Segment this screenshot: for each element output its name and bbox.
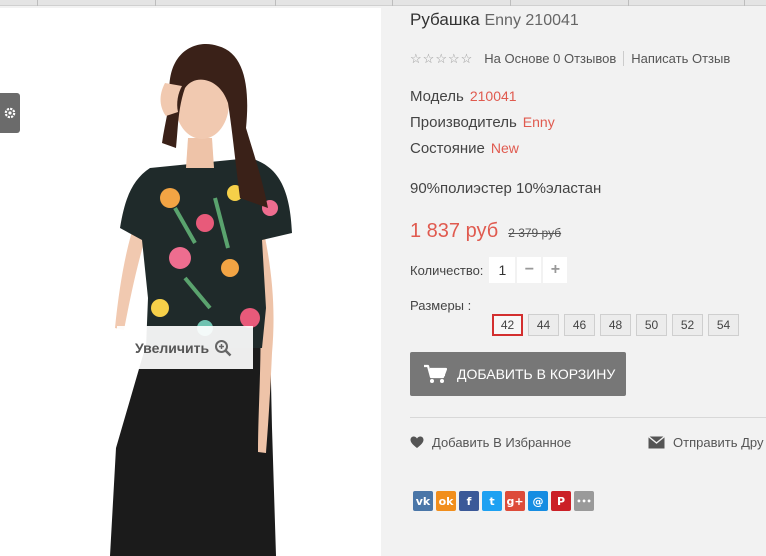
- add-to-cart-button[interactable]: ДОБАВИТЬ В КОРЗИНУ: [410, 352, 626, 396]
- spec-condition: Состояние New: [410, 140, 519, 157]
- product-image-panel[interactable]: Увеличить: [0, 8, 381, 556]
- zoom-label: Увеличить: [135, 339, 210, 356]
- pinterest-icon[interactable]: P: [551, 491, 571, 511]
- spec-label: Состояние: [410, 140, 485, 157]
- spec-manufacturer: Производитель Enny: [410, 114, 555, 131]
- quantity-input[interactable]: 1: [489, 257, 516, 283]
- send-friend-label: Отправить Дру: [673, 435, 764, 450]
- envelope-icon: [648, 436, 665, 449]
- divider: [410, 417, 766, 418]
- zoom-icon: [215, 339, 232, 356]
- size-option-selected[interactable]: 42: [492, 314, 523, 336]
- product-photo[interactable]: [0, 8, 381, 556]
- manufacturer-link[interactable]: Enny: [523, 114, 555, 130]
- price-block: 1 837 руб 2 379 руб: [410, 220, 561, 243]
- add-to-wishlist-link[interactable]: Добавить В Избранное: [410, 435, 571, 450]
- old-price: 2 379 руб: [508, 226, 562, 240]
- size-option[interactable]: 54: [708, 314, 739, 336]
- spec-value: New: [490, 140, 519, 156]
- size-option[interactable]: 44: [528, 314, 559, 336]
- star-icon: ☆: [460, 51, 473, 66]
- add-to-cart-label: ДОБАВИТЬ В КОРЗИНУ: [457, 366, 616, 382]
- product-subtitle: Enny 210041: [484, 12, 579, 29]
- cart-icon: [424, 364, 447, 383]
- quantity-minus-button[interactable]: −: [517, 257, 542, 283]
- star-icon: ☆: [410, 51, 422, 66]
- spec-value: 210041: [469, 88, 517, 104]
- quantity-row: Количество: 1 − +: [410, 257, 568, 283]
- facebook-icon[interactable]: f: [459, 491, 479, 511]
- product-name: Рубашка: [410, 10, 480, 29]
- spec-model: Модель 210041: [410, 88, 517, 105]
- divider: [623, 51, 625, 66]
- size-option[interactable]: 50: [636, 314, 667, 336]
- zoom-button[interactable]: Увеличить: [117, 326, 253, 369]
- social-share-bar: vk ok f t g+ @ P •••: [413, 491, 594, 511]
- size-option[interactable]: 48: [600, 314, 631, 336]
- mail-icon[interactable]: @: [528, 491, 548, 511]
- size-selector: 42 44 46 48 50 52 54: [492, 314, 739, 336]
- vk-icon[interactable]: vk: [413, 491, 433, 511]
- star-icon: ☆: [447, 51, 460, 66]
- heart-icon: [410, 436, 424, 448]
- quantity-label: Количество:: [410, 262, 484, 278]
- write-review-link[interactable]: Написать Отзыв: [631, 51, 730, 66]
- rating-row: ☆ ☆ ☆ ☆ ☆ На Основе 0 Отзывов Написать О…: [410, 51, 730, 66]
- wishlist-label: Добавить В Избранное: [432, 435, 572, 450]
- settings-tab[interactable]: [0, 93, 20, 133]
- odnoklassniki-icon[interactable]: ok: [436, 491, 456, 511]
- quantity-plus-button[interactable]: +: [543, 257, 568, 283]
- size-option[interactable]: 46: [564, 314, 595, 336]
- size-option[interactable]: 52: [672, 314, 703, 336]
- top-bar: [0, 0, 766, 6]
- rating-stars: ☆ ☆ ☆ ☆ ☆: [410, 52, 472, 65]
- gear-icon: [4, 107, 16, 119]
- twitter-icon[interactable]: t: [482, 491, 502, 511]
- more-icon[interactable]: •••: [574, 491, 594, 511]
- reviews-link[interactable]: На Основе 0 Отзывов: [484, 51, 616, 66]
- product-composition: 90%полиэстер 10%эластан: [410, 180, 602, 197]
- send-to-friend-link[interactable]: Отправить Дру: [648, 435, 763, 450]
- product-title: Рубашка Enny 210041: [410, 10, 579, 30]
- spec-label: Производитель: [410, 114, 517, 131]
- current-price: 1 837 руб: [410, 220, 499, 242]
- star-icon: ☆: [422, 51, 435, 66]
- spec-label: Модель: [410, 88, 464, 105]
- google-plus-icon[interactable]: g+: [505, 491, 525, 511]
- sizes-label: Размеры :: [410, 298, 472, 313]
- star-icon: ☆: [435, 51, 447, 66]
